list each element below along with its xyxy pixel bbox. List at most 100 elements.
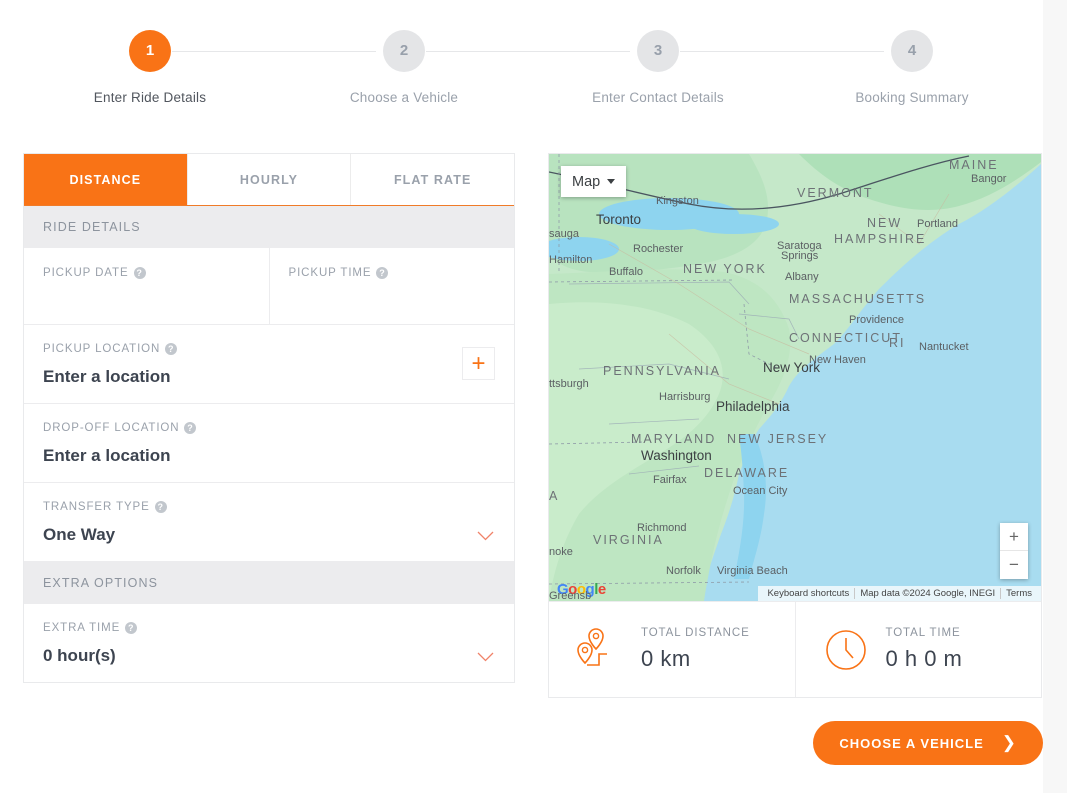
map-label: VIRGINIA	[593, 533, 664, 547]
map-label: Springs	[781, 250, 819, 262]
map-label: Kingston	[656, 195, 699, 207]
pickup-location-input[interactable]: Enter a location	[43, 367, 495, 387]
map-label: NEW JERSEY	[727, 432, 829, 446]
choose-a-vehicle-button[interactable]: CHOOSE A VEHICLE ❯	[813, 721, 1043, 765]
extra-time-field[interactable]: EXTRA TIME ? 0 hour(s)	[24, 604, 514, 682]
map-data-notice: Map data ©2024 Google, INEGI	[855, 588, 1002, 599]
add-stop-button[interactable]: +	[462, 347, 495, 380]
map-label: Providence	[849, 314, 905, 326]
map-label: sauga	[549, 228, 579, 240]
map-attribution: Keyboard shortcuts Map data ©2024 Google…	[758, 586, 1041, 601]
clock-icon	[825, 629, 866, 670]
tab-flat-rate[interactable]: FLAT RATE	[351, 154, 515, 205]
progress-stepper: 1 Enter Ride Details 2 Choose a Vehicle …	[0, 30, 1043, 120]
map-label: Ocean City	[733, 485, 788, 497]
extra-time-label-text: EXTRA TIME	[43, 622, 121, 634]
map-label: NEW	[867, 216, 903, 230]
map-label: Bangor	[971, 173, 1007, 185]
help-icon[interactable]: ?	[184, 422, 197, 434]
dropoff-location-input[interactable]: Enter a location	[43, 446, 495, 466]
extra-time-label: EXTRA TIME ?	[43, 622, 495, 634]
ride-details-section-header: RIDE DETAILS	[24, 206, 514, 248]
map-zoom-controls: + −	[1000, 523, 1028, 579]
step-4-label: Booking Summary	[855, 90, 969, 105]
pickup-location-label: PICKUP LOCATION ?	[43, 343, 495, 355]
plus-icon: +	[471, 349, 486, 377]
map-label: New Haven	[809, 354, 866, 366]
step-2-number: 2	[383, 30, 425, 72]
pickup-date-label-text: PICKUP DATE	[43, 267, 129, 279]
transfer-type-field[interactable]: TRANSFER TYPE ? One Way	[24, 483, 514, 562]
map-label: Hamilton	[549, 254, 593, 266]
map-card: Map + − Google Keyboard shortcuts Map da…	[548, 153, 1042, 698]
map-label: Washington	[641, 448, 712, 463]
map-label: PENNSYLVANIA	[603, 364, 722, 378]
help-icon[interactable]: ?	[165, 343, 178, 355]
route-pins-icon	[577, 627, 607, 666]
pickup-time-label: PICKUP TIME ?	[289, 267, 515, 279]
step-2-choose-a-vehicle[interactable]: 2 Choose a Vehicle	[314, 30, 494, 105]
total-time-block: TOTAL TIME 0 h 0 m	[794, 602, 1042, 697]
help-icon[interactable]: ?	[133, 267, 146, 279]
chevron-down-icon	[607, 179, 616, 184]
step-3-number: 3	[637, 30, 679, 72]
tab-distance[interactable]: DISTANCE	[24, 154, 188, 205]
total-time-label: TOTAL TIME	[885, 627, 961, 639]
pickup-location-field[interactable]: PICKUP LOCATION ? Enter a location +	[24, 325, 514, 404]
booking-page: 1 Enter Ride Details 2 Choose a Vehicle …	[0, 0, 1067, 793]
step-1-label: Enter Ride Details	[93, 90, 207, 105]
terms-link[interactable]: Terms	[1001, 588, 1037, 599]
step-3-label: Enter Contact Details	[592, 90, 724, 105]
map-label: Portland	[917, 218, 958, 230]
chevron-down-icon[interactable]	[477, 652, 494, 662]
booking-type-tabs: DISTANCE HOURLY FLAT RATE	[24, 154, 515, 206]
map-label: Rochester	[633, 243, 684, 255]
step-1-number: 1	[129, 30, 171, 72]
step-2-label: Choose a Vehicle	[349, 90, 459, 105]
transfer-type-value: One Way	[43, 525, 116, 544]
map-label: HAMPSHIRE	[834, 232, 927, 246]
dropoff-location-label: DROP-OFF LOCATION ?	[43, 422, 495, 434]
map-label: Norfolk	[666, 565, 701, 577]
totals-bar: TOTAL DISTANCE 0 km TOTAL TIME 0 h 0 m	[549, 601, 1041, 697]
google-map[interactable]: Map + − Google Keyboard shortcuts Map da…	[549, 154, 1041, 601]
map-label: MARYLAND	[631, 432, 717, 446]
total-time-text: TOTAL TIME 0 h 0 m	[886, 627, 963, 672]
map-label: Richmond	[637, 522, 687, 534]
total-distance-label: TOTAL DISTANCE	[641, 627, 750, 639]
map-type-button[interactable]: Map	[561, 166, 627, 197]
map-label: DELAWARE	[704, 466, 790, 480]
step-4-booking-summary[interactable]: 4 Booking Summary	[822, 30, 1002, 105]
zoom-out-button[interactable]: −	[1000, 551, 1028, 579]
total-time-value: 0 h 0 m	[885, 646, 963, 671]
pickup-time-label-text: PICKUP TIME	[288, 267, 372, 279]
map-label: ttsburgh	[549, 378, 589, 390]
pickup-time-field[interactable]: PICKUP TIME ?	[268, 248, 515, 324]
total-distance-value: 0 km	[641, 646, 691, 671]
step-1-enter-ride-details[interactable]: 1 Enter Ride Details	[60, 30, 240, 105]
map-label: Albany	[785, 271, 819, 283]
map-label: Toronto	[596, 212, 642, 227]
pickup-date-label: PICKUP DATE ?	[43, 267, 269, 279]
dropoff-location-field[interactable]: DROP-OFF LOCATION ? Enter a location	[24, 404, 514, 483]
zoom-in-button[interactable]: +	[1000, 523, 1028, 551]
help-icon[interactable]: ?	[376, 267, 389, 279]
tab-hourly[interactable]: HOURLY	[187, 154, 352, 205]
step-3-enter-contact-details[interactable]: 3 Enter Contact Details	[568, 30, 748, 105]
pickup-date-field[interactable]: PICKUP DATE ?	[24, 248, 269, 324]
chevron-right-icon: ❯	[1001, 733, 1017, 752]
help-icon[interactable]: ?	[125, 622, 138, 634]
keyboard-shortcuts-link[interactable]: Keyboard shortcuts	[762, 588, 856, 599]
map-label: RI	[889, 336, 906, 350]
chevron-down-icon[interactable]	[477, 531, 494, 541]
total-distance-block: TOTAL DISTANCE 0 km	[549, 602, 795, 697]
choose-a-vehicle-label: CHOOSE A VEHICLE	[839, 735, 984, 751]
dropoff-location-label-text: DROP-OFF LOCATION	[43, 422, 180, 434]
ride-details-card: DISTANCE HOURLY FLAT RATE RIDE DETAILS P…	[23, 153, 515, 683]
map-label: Nantucket	[919, 341, 969, 353]
help-icon[interactable]: ?	[154, 501, 167, 513]
map-label: A	[549, 489, 560, 503]
map-label: VERMONT	[797, 186, 874, 200]
map-label: Buffalo	[609, 266, 644, 278]
transfer-type-label: TRANSFER TYPE ?	[43, 501, 495, 513]
